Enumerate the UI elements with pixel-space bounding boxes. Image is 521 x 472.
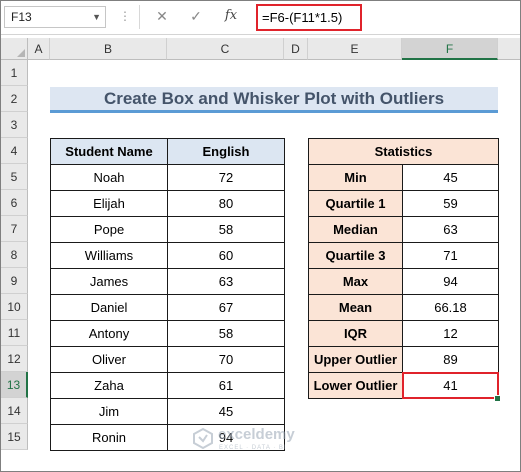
stat-value-cell[interactable]: 45 (402, 164, 499, 191)
student-name-cell[interactable]: Ronin (50, 424, 168, 451)
stat-value-cell[interactable]: 63 (402, 216, 499, 243)
name-box-value: F13 (11, 10, 32, 24)
english-score-cell[interactable]: 63 (167, 268, 285, 295)
spreadsheet-window: F13 ▼ ⋮ ✕ ✓ fx =F6-(F11*1.5) A B C D E F… (0, 0, 521, 472)
fill-handle[interactable] (494, 395, 501, 402)
student-name-cell[interactable]: Pope (50, 216, 168, 243)
formula-bar-divider (139, 5, 140, 29)
student-name-cell[interactable]: Williams (50, 242, 168, 269)
cancel-icon[interactable]: ✕ (151, 6, 173, 26)
watermark-tagline: EXCEL · DATA · BI (219, 445, 287, 451)
stat-label-cell[interactable]: Median (308, 216, 403, 243)
english-score-cell[interactable]: 70 (167, 346, 285, 373)
stat-label-cell[interactable]: Upper Outlier (308, 346, 403, 373)
column-header-e[interactable]: E (308, 38, 402, 60)
stat-label-cell[interactable]: Mean (308, 294, 403, 321)
select-all-button[interactable] (1, 38, 28, 60)
stat-value-cell[interactable]: 12 (402, 320, 499, 347)
stat-value-cell[interactable]: 94 (402, 268, 499, 295)
column-header-c[interactable]: C (167, 38, 284, 60)
stat-label-cell[interactable]: Quartile 3 (308, 242, 403, 269)
stat-label-cell[interactable]: Min (308, 164, 403, 191)
student-name-cell[interactable]: Oliver (50, 346, 168, 373)
student-name-cell[interactable]: Jim (50, 398, 168, 425)
english-score-cell[interactable]: 67 (167, 294, 285, 321)
column-header-overflow (498, 38, 520, 60)
english-score-cell[interactable]: 72 (167, 164, 285, 191)
header-student-name[interactable]: Student Name (50, 138, 168, 165)
formula-input[interactable]: =F6-(F11*1.5) (256, 4, 362, 31)
student-name-cell[interactable]: Antony (50, 320, 168, 347)
stat-value-cell[interactable]: 66.18 (402, 294, 499, 321)
insert-function-icon[interactable]: fx (220, 6, 242, 26)
row-header-1[interactable]: 1 (1, 60, 28, 86)
sheet-title[interactable]: Create Box and Whisker Plot with Outlier… (50, 87, 498, 113)
column-header-b[interactable]: B (50, 38, 167, 60)
stat-label-cell[interactable]: IQR (308, 320, 403, 347)
column-header-d[interactable]: D (284, 38, 308, 60)
watermark-name: exceldemy (218, 426, 295, 443)
student-name-cell[interactable]: James (50, 268, 168, 295)
row-header-10[interactable]: 10 (1, 294, 28, 320)
row-header-8[interactable]: 8 (1, 242, 28, 268)
exceldemy-logo-icon (193, 427, 213, 449)
stat-label-cell[interactable]: Max (308, 268, 403, 295)
stat-value-cell[interactable]: 59 (402, 190, 499, 217)
name-box[interactable]: F13 ▼ (4, 6, 106, 28)
enter-icon[interactable]: ✓ (185, 6, 207, 26)
row-header-15[interactable]: 15 (1, 424, 28, 450)
header-english[interactable]: English (167, 138, 285, 165)
row-header-11[interactable]: 11 (1, 320, 28, 346)
english-score-cell[interactable]: 61 (167, 372, 285, 399)
more-options-icon[interactable]: ⋮ (119, 9, 132, 23)
selected-cell-f13[interactable]: 41 (402, 372, 499, 399)
stat-value-cell[interactable]: 71 (402, 242, 499, 269)
english-score-cell[interactable]: 58 (167, 320, 285, 347)
student-name-cell[interactable]: Noah (50, 164, 168, 191)
row-header-12[interactable]: 12 (1, 346, 28, 372)
header-statistics[interactable]: Statistics (308, 138, 499, 165)
english-score-cell[interactable]: 80 (167, 190, 285, 217)
row-header-7[interactable]: 7 (1, 216, 28, 242)
row-header-9[interactable]: 9 (1, 268, 28, 294)
student-name-cell[interactable]: Daniel (50, 294, 168, 321)
column-header-f[interactable]: F (402, 38, 498, 60)
stat-label-cell[interactable]: Lower Outlier (308, 372, 403, 399)
stat-value-cell[interactable]: 89 (402, 346, 499, 373)
english-score-cell[interactable]: 60 (167, 242, 285, 269)
row-header-13[interactable]: 13 (1, 372, 28, 398)
watermark: exceldemy EXCEL · DATA · BI (192, 423, 342, 459)
row-header-2[interactable]: 2 (1, 86, 28, 112)
student-name-cell[interactable]: Zaha (50, 372, 168, 399)
stat-label-cell[interactable]: Quartile 1 (308, 190, 403, 217)
chevron-down-icon[interactable]: ▼ (92, 7, 101, 27)
row-header-14[interactable]: 14 (1, 398, 28, 424)
student-name-cell[interactable]: Elijah (50, 190, 168, 217)
column-header-a[interactable]: A (28, 38, 50, 60)
english-score-cell[interactable]: 58 (167, 216, 285, 243)
row-header-6[interactable]: 6 (1, 190, 28, 216)
row-header-3[interactable]: 3 (1, 112, 28, 138)
english-score-cell[interactable]: 45 (167, 398, 285, 425)
row-header-4[interactable]: 4 (1, 138, 28, 164)
row-header-5[interactable]: 5 (1, 164, 28, 190)
formula-bar: F13 ▼ ⋮ ✕ ✓ fx =F6-(F11*1.5) (1, 1, 520, 35)
